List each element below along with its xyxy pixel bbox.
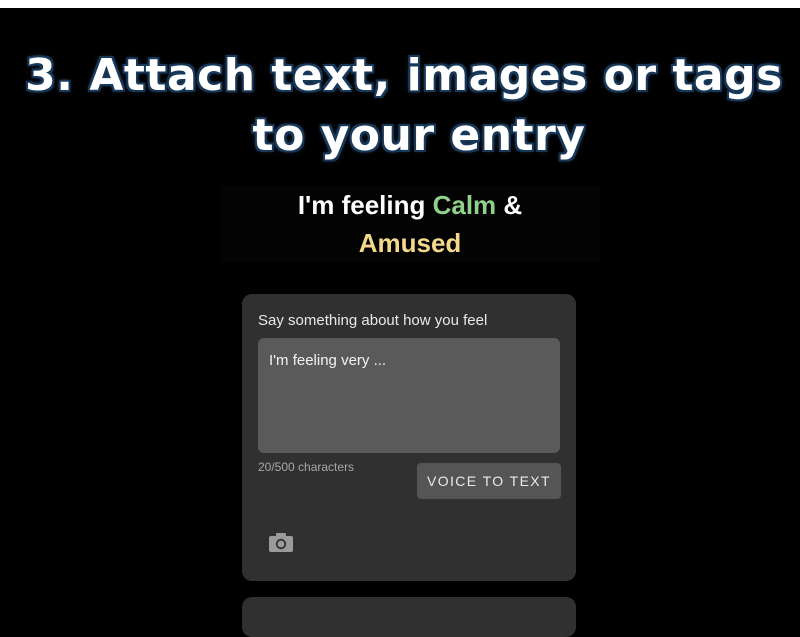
entry-text-input[interactable]: I'm feeling very ... <box>258 338 560 453</box>
voice-to-text-button[interactable]: VOICE TO TEXT <box>417 463 561 499</box>
entry-card: Say something about how you feel I'm fee… <box>242 294 576 581</box>
feeling-prefix: I'm feeling <box>297 190 433 220</box>
promo-headline: 3. Attach text, images or tags to your e… <box>0 46 800 166</box>
top-strip <box>0 0 800 8</box>
emotion-amused: Amused <box>358 228 462 258</box>
camera-icon[interactable] <box>268 531 294 553</box>
feeling-joiner: & <box>496 190 523 220</box>
feeling-line-1: I'm feeling Calm & <box>220 186 600 224</box>
entry-prompt-label: Say something about how you feel <box>258 312 488 329</box>
character-count: 20/500 characters <box>258 460 355 474</box>
emotion-calm: Calm <box>432 190 497 220</box>
feeling-summary: I'm feeling Calm & Amused <box>220 186 600 262</box>
next-card <box>242 597 576 637</box>
headline-line-2: to your entry <box>252 110 586 161</box>
headline-line-1: 3. Attach text, images or tags <box>25 50 783 101</box>
